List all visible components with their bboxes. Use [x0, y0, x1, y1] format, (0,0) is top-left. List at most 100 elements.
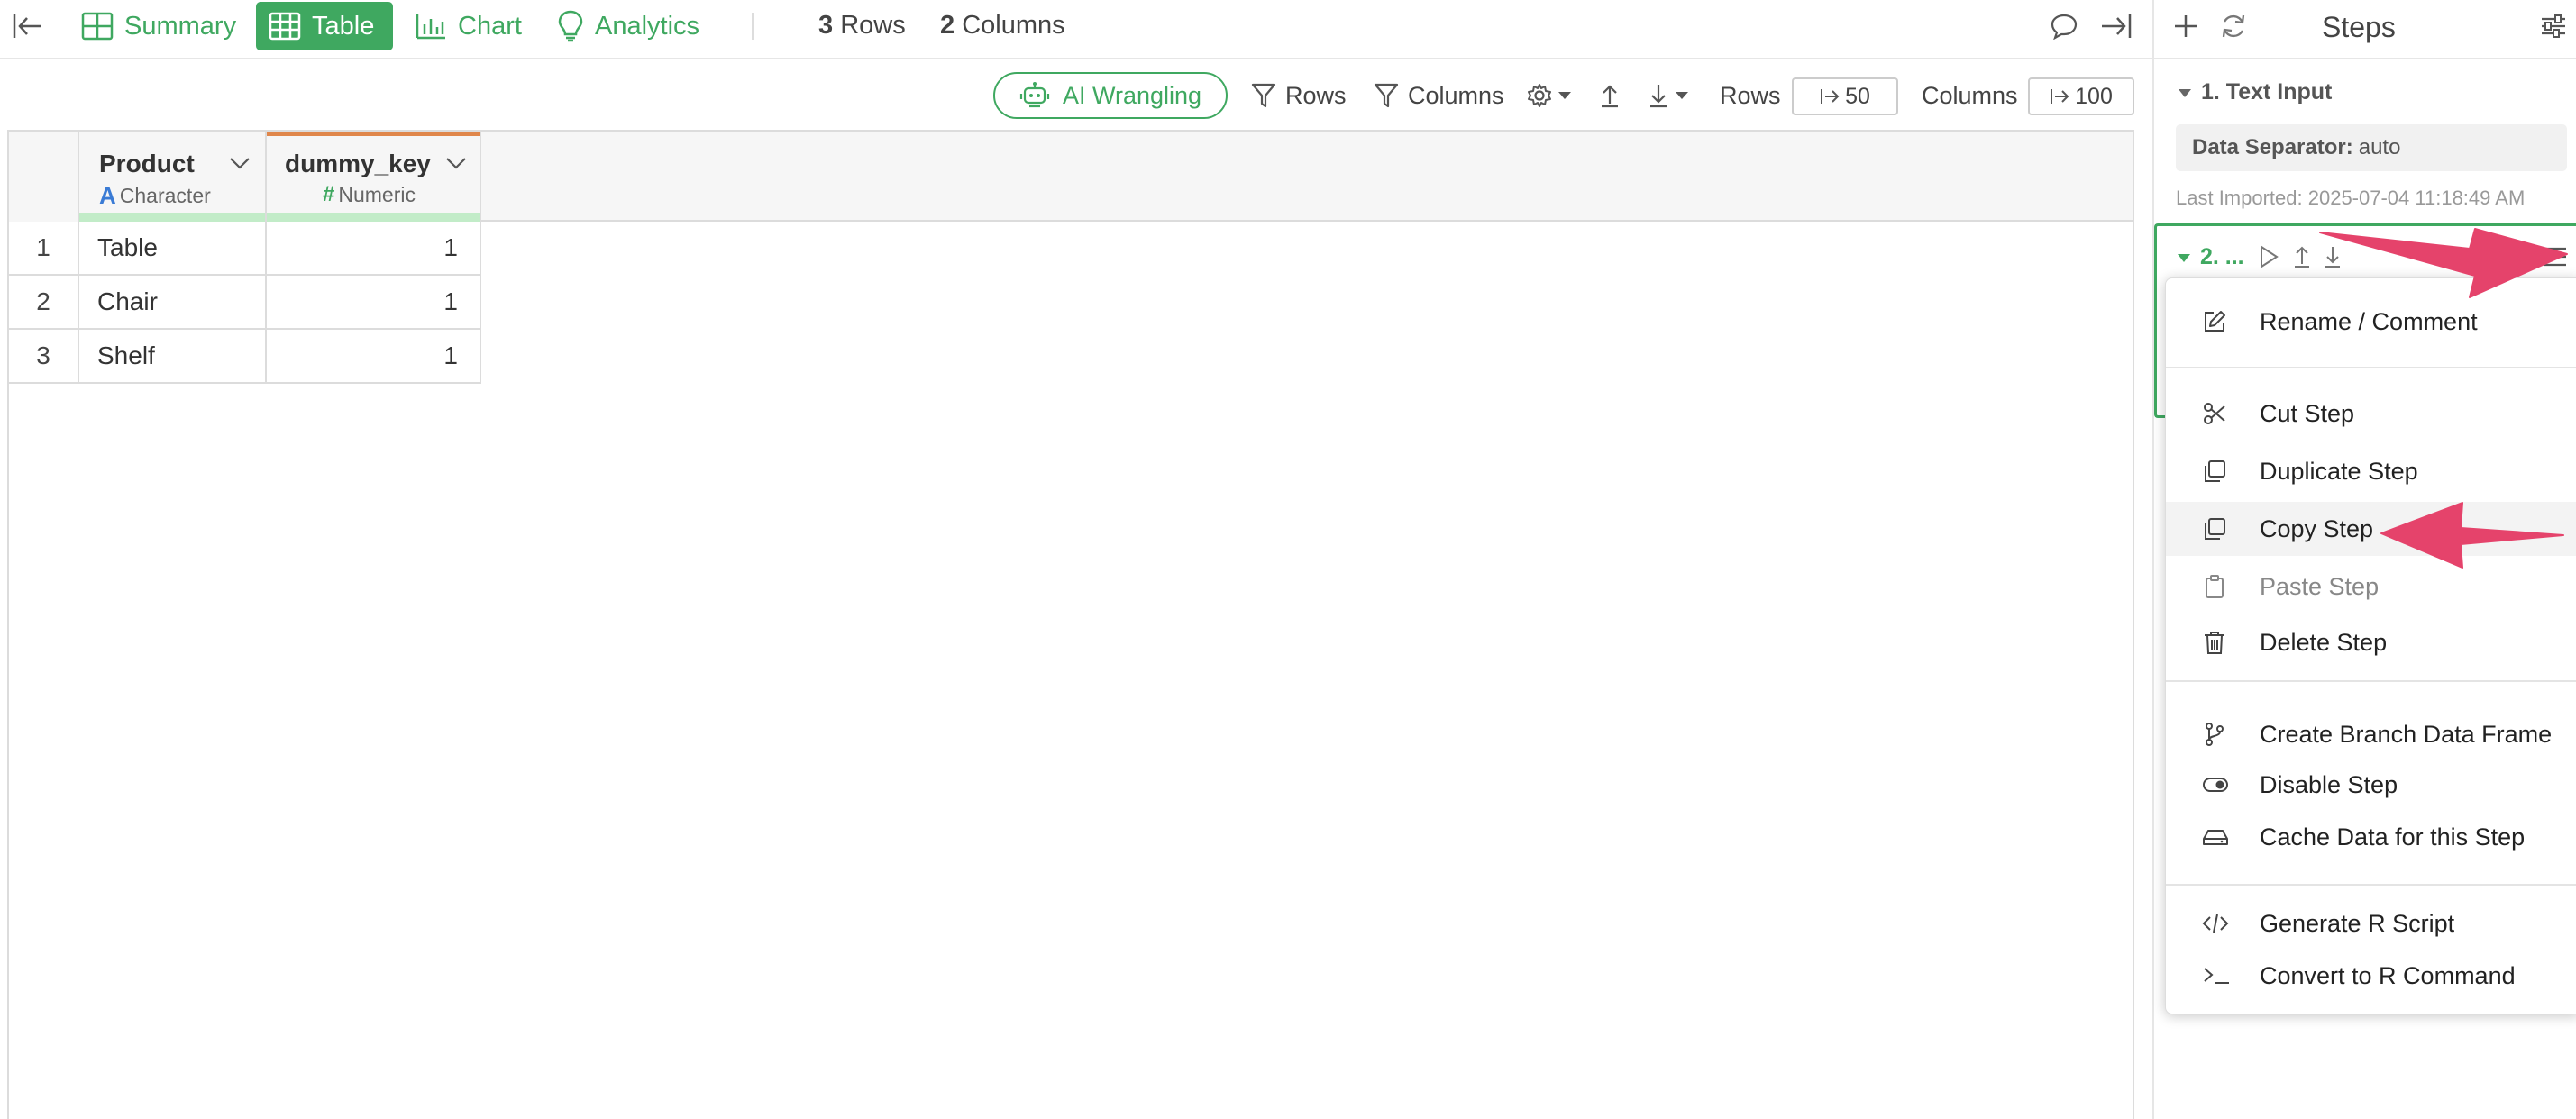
character-type-icon: A	[99, 182, 116, 209]
caret-down-icon	[2178, 87, 2192, 98]
upload-icon	[1599, 82, 1621, 109]
menu-divider	[2166, 884, 2576, 886]
caret-down-icon	[1557, 91, 1572, 100]
clipboard-icon	[2202, 574, 2227, 599]
column-top-accent	[267, 132, 480, 136]
download-dropdown[interactable]	[1648, 72, 1689, 119]
trash-icon	[2202, 630, 2227, 655]
add-step-icon[interactable]	[2172, 13, 2199, 40]
tab-analytics[interactable]: Analytics	[544, 2, 712, 50]
grid-icon	[81, 12, 114, 41]
step-2-title: 2. ...	[2200, 244, 2244, 269]
table-cell[interactable]: Shelf	[79, 330, 267, 384]
sliders-icon[interactable]	[2540, 13, 2567, 40]
separator-value: auto	[2358, 135, 2401, 159]
top-nav: Summary Table Chart Analytics 3 Rows 2 C…	[0, 0, 2152, 59]
columns-filter-label: Columns	[1408, 81, 1504, 109]
menu-item-duplicate-step[interactable]: Duplicate Step	[2166, 444, 2576, 498]
tab-chart[interactable]: Chart	[402, 2, 534, 50]
annotation-arrow-copy-step	[2380, 502, 2564, 569]
steps-title: Steps	[2322, 11, 2396, 43]
menu-item-cut-step[interactable]: Cut Step	[2166, 387, 2576, 441]
ai-wrangling-button[interactable]: AI Wrangling	[993, 72, 1228, 119]
menu-item-cache-data[interactable]: Cache Data for this Step	[2166, 810, 2576, 864]
chevron-down-icon[interactable]	[229, 157, 251, 169]
tab-summary[interactable]: Summary	[69, 2, 249, 50]
menu-item-create-branch[interactable]: Create Branch Data Frame	[2166, 707, 2576, 761]
table-cell[interactable]: 1	[267, 330, 481, 384]
table-cell[interactable]: 1	[267, 276, 481, 330]
column-type-bar	[79, 213, 265, 222]
edit-icon	[2202, 309, 2227, 334]
column-type: A Character	[99, 182, 211, 210]
upload-icon[interactable]	[2292, 244, 2312, 269]
rows-count-value: 3	[818, 11, 834, 40]
collapse-right-icon[interactable]	[2100, 13, 2133, 40]
menu-item-label: Create Branch Data Frame	[2260, 720, 2553, 748]
refresh-icon[interactable]	[2219, 13, 2248, 40]
settings-dropdown[interactable]	[1527, 72, 1572, 119]
menu-item-rename-comment[interactable]: Rename / Comment	[2166, 295, 2576, 349]
robot-icon	[1019, 81, 1050, 110]
menu-item-disable-step[interactable]: Disable Step	[2166, 758, 2576, 812]
menu-item-convert-r-command[interactable]: Convert to R Command	[2166, 949, 2576, 1003]
rows-filter-button[interactable]: Rows	[1251, 72, 1347, 119]
column-header-product[interactable]: Product A Character	[79, 132, 267, 222]
table-cell[interactable]: Chair	[79, 276, 267, 330]
row-number: 1	[9, 222, 79, 276]
chevron-down-icon[interactable]	[445, 157, 467, 169]
column-type-label: Character	[119, 184, 211, 207]
terminal-icon	[2202, 963, 2229, 988]
tab-table[interactable]: Table	[256, 2, 393, 50]
menu-item-label: Duplicate Step	[2260, 457, 2418, 485]
menu-divider	[2166, 367, 2576, 368]
table-cell[interactable]: Table	[79, 222, 267, 276]
rows-filter-label: Rows	[1285, 81, 1347, 109]
table-icon	[269, 12, 301, 41]
limit-arrow-icon	[2050, 87, 2069, 105]
columns-limit-label: Columns	[1922, 72, 2018, 119]
tab-chart-label: Chart	[458, 11, 522, 41]
gear-icon	[1527, 83, 1552, 108]
scissors-icon	[2202, 401, 2227, 426]
columns-count-value: 2	[940, 11, 955, 40]
numeric-type-icon: #	[323, 182, 335, 206]
rows-limit-input[interactable]: 50	[1792, 77, 1898, 115]
step-1-header[interactable]: 1. Text Input	[2178, 79, 2332, 105]
table-cell[interactable]: 1	[267, 222, 481, 276]
columns-filter-button[interactable]: Columns	[1374, 72, 1504, 119]
menu-item-delete-step[interactable]: Delete Step	[2166, 615, 2576, 669]
annotation-arrow-menu	[2319, 228, 2568, 298]
drive-icon	[2202, 824, 2228, 850]
column-type-label: Numeric	[338, 182, 416, 206]
columns-limit-text: Columns	[1922, 81, 2018, 109]
menu-item-label: Copy Step	[2260, 514, 2374, 542]
data-separator-box[interactable]: Data Separator: auto	[2176, 124, 2567, 171]
columns-count-label: Columns	[962, 11, 1065, 40]
data-table: Product A Character dummy_key # Numeric …	[7, 130, 2134, 1119]
step-1-title: 1. Text Input	[2201, 79, 2333, 105]
columns-limit-input[interactable]: 100	[2028, 77, 2134, 115]
columns-limit-value: 100	[2075, 83, 2113, 109]
tab-summary-label: Summary	[124, 11, 237, 41]
menu-item-label: Convert to R Command	[2260, 961, 2516, 989]
code-icon	[2202, 911, 2229, 936]
menu-item-generate-r-script[interactable]: Generate R Script	[2166, 896, 2576, 951]
row-number: 2	[9, 276, 79, 330]
column-name: Product	[99, 150, 195, 177]
export-button[interactable]	[1599, 72, 1621, 119]
columns-count: 2 Columns	[940, 11, 1065, 41]
comment-icon[interactable]	[2050, 13, 2078, 40]
column-name: dummy_key	[285, 150, 431, 177]
nav-divider	[752, 13, 754, 40]
toggle-icon	[2202, 772, 2228, 797]
download-icon	[1648, 82, 1669, 109]
step-2-header[interactable]: 2. ...	[2177, 244, 2244, 270]
play-icon[interactable]	[2258, 244, 2279, 269]
rows-limit-label: Rows	[1720, 72, 1781, 119]
filter-icon	[1251, 82, 1276, 109]
collapse-left-icon[interactable]	[13, 13, 43, 40]
column-header-dummy-key[interactable]: dummy_key # Numeric	[267, 132, 481, 222]
menu-item-label: Cut Step	[2260, 399, 2355, 427]
menu-item-label: Rename / Comment	[2260, 307, 2478, 335]
